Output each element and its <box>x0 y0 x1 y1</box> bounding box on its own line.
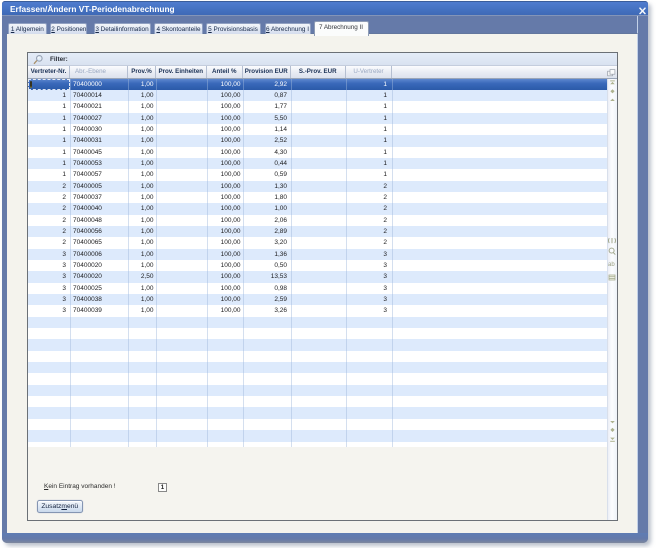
svg-text:ab: ab <box>608 262 615 268</box>
